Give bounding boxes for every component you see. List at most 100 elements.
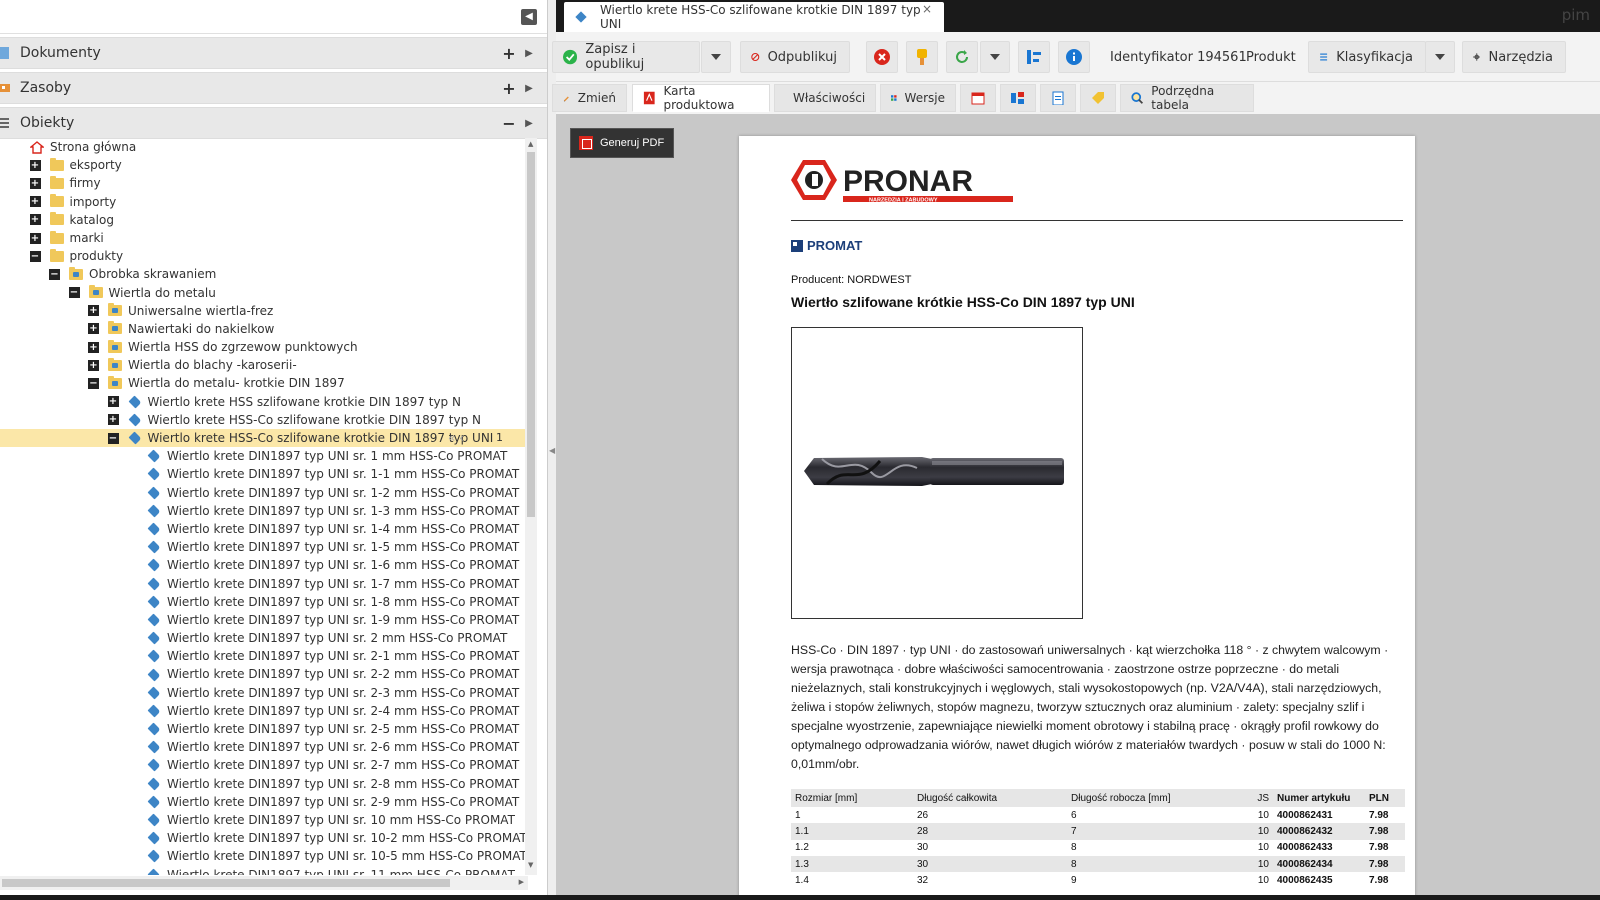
show-in-tree-button[interactable] (1018, 41, 1050, 73)
tree-item[interactable]: − Obrobka skrawaniem (0, 265, 530, 283)
tree-item[interactable]: Strona główna (0, 138, 530, 156)
tree-item[interactable]: + Wiertlo krete HSS szlifowane krotkie DI… (0, 393, 530, 411)
tree-item-product[interactable]: Wiertlo krete DIN1897 typ UNI sr. 1-9 mm… (0, 611, 530, 629)
chevron-right-icon[interactable]: ▶ (519, 83, 539, 94)
tree-item-product[interactable]: Wiertlo krete DIN1897 typ UNI sr. 1-7 mm… (0, 575, 530, 593)
close-tab-button[interactable]: × (922, 2, 932, 16)
tree-item-product[interactable]: Wiertlo krete DIN1897 typ UNI sr. 2-5 mm… (0, 720, 530, 738)
scrollbar-thumb[interactable] (2, 879, 450, 887)
tab-notes[interactable] (1040, 84, 1076, 112)
tree-item-product[interactable]: Wiertlo krete DIN1897 typ UNI sr. 1-5 mm… (0, 538, 530, 556)
collapse-sidebar-button[interactable]: ◀ (521, 9, 537, 25)
tree-pager-prev-icon[interactable]: « ‹ (448, 429, 464, 447)
accordion-objects[interactable]: Obiekty − ▶ (0, 107, 547, 139)
tree-page-number[interactable]: 1 (496, 429, 503, 447)
tree-item[interactable]: + katalog (0, 211, 530, 229)
generate-pdf-button[interactable]: Generuj PDF (570, 128, 674, 158)
tree-item-product[interactable]: Wiertlo krete DIN1897 typ UNI sr. 2-6 mm… (0, 738, 530, 756)
tree-item-product[interactable]: Wiertlo krete DIN1897 typ UNI sr. 10 mm … (0, 811, 530, 829)
tree-item[interactable]: + Nawiertaki do nakielkow (0, 320, 530, 338)
tab-versions[interactable]: Wersje (880, 84, 956, 112)
expand-icon[interactable]: + (88, 323, 99, 335)
tree-item-product[interactable]: Wiertlo krete DIN1897 typ UNI sr. 2-7 mm… (0, 756, 530, 774)
tree-item[interactable]: + Wiertla HSS do zgrzewow punktowych (0, 338, 530, 356)
info-button[interactable] (1058, 41, 1090, 73)
tree-item[interactable]: + Uniwersalne wiertla-frez (0, 302, 530, 320)
tree-item-product[interactable]: Wiertlo krete DIN1897 typ UNI sr. 2-2 mm… (0, 665, 530, 683)
tree-item-product[interactable]: Wiertlo krete DIN1897 typ UNI sr. 2-3 mm… (0, 684, 530, 702)
expand-icon[interactable]: + (88, 341, 99, 353)
tree-item-product[interactable]: Wiertlo krete DIN1897 typ UNI sr. 10-2 m… (0, 829, 530, 847)
collapse-icon[interactable]: − (29, 250, 41, 262)
expand-icon[interactable]: + (88, 305, 99, 317)
tree-item[interactable]: − Wiertla do metalu (0, 284, 530, 302)
expand-icon[interactable]: + (29, 177, 41, 189)
classification-dropdown[interactable] (1425, 41, 1455, 73)
tab-dependencies[interactable] (1000, 84, 1036, 112)
collapse-objects-button[interactable]: − (499, 114, 519, 133)
tree-item-product[interactable]: Wiertlo krete DIN1897 typ UNI sr. 2-8 mm… (0, 775, 530, 793)
tree-item-product[interactable]: Wiertlo krete DIN1897 typ UNI sr. 1-1 mm… (0, 465, 530, 483)
tree-item-product[interactable]: Wiertlo krete DIN1897 typ UNI sr. 1-3 mm… (0, 502, 530, 520)
tree-item-product[interactable]: Wiertlo krete DIN1897 typ UNI sr. 1-2 mm… (0, 484, 530, 502)
expand-icon[interactable]: + (29, 196, 41, 208)
tree-item-product[interactable]: Wiertlo krete DIN1897 typ UNI sr. 2 mm H… (0, 629, 530, 647)
tree-item[interactable]: + Wiertla do blachy -karoserii- (0, 356, 530, 374)
tree-item-product[interactable]: Wiertlo krete DIN1897 typ UNI sr. 2-9 mm… (0, 793, 530, 811)
chevron-right-icon[interactable]: ▶ (519, 118, 539, 129)
save-publish-button[interactable]: Zapisz i opublikuj (552, 41, 700, 73)
panel-splitter[interactable]: ◀ (548, 0, 556, 900)
tree-item[interactable]: + Wiertlo krete HSS-Co szlifowane krotkie… (0, 411, 530, 429)
tree-item[interactable]: + eksporty (0, 156, 530, 174)
add-asset-button[interactable]: + (499, 79, 519, 98)
tab-edit[interactable]: Zmień (552, 84, 627, 112)
tree-item[interactable]: + importy (0, 193, 530, 211)
expand-icon[interactable]: + (88, 359, 99, 371)
reload-options-dropdown[interactable] (980, 41, 1010, 73)
classification-button[interactable]: Klasyfikacja (1308, 41, 1426, 73)
expand-icon[interactable]: + (29, 159, 41, 171)
tab-properties[interactable]: Właściwości (774, 84, 876, 112)
tab-product[interactable]: Wiertlo krete HSS-Co szlifowane krotkie … (564, 2, 944, 32)
collapse-icon[interactable]: − (49, 268, 60, 280)
expand-icon[interactable]: + (29, 232, 41, 244)
tree-item-product[interactable]: Wiertlo krete DIN1897 typ UNI sr. 11 mm … (0, 866, 530, 875)
tab-child-table[interactable]: Podrzędna tabela (1120, 84, 1254, 112)
collapse-icon[interactable]: − (107, 432, 119, 444)
scroll-right-icon[interactable]: ▶ (519, 878, 524, 886)
tree-item-product[interactable]: Wiertlo krete DIN1897 typ UNI sr. 10-5 m… (0, 847, 530, 865)
scroll-down-icon[interactable]: ▼ (528, 861, 533, 869)
tree-item[interactable]: + firmy (0, 174, 530, 192)
expand-icon[interactable]: + (107, 396, 119, 408)
tree-vertical-scrollbar[interactable]: ▲ ▼ (525, 138, 537, 875)
collapse-icon[interactable]: − (68, 287, 80, 299)
collapse-icon[interactable]: − (88, 378, 99, 390)
tab-product-card[interactable]: Karta produktowa (632, 84, 770, 112)
tree-item[interactable]: + marki (0, 229, 530, 247)
save-options-dropdown[interactable] (701, 41, 731, 73)
scroll-up-icon[interactable]: ▲ (528, 140, 533, 148)
splitter-handle-icon[interactable]: ◀ (549, 446, 555, 455)
tab-schedule[interactable] (960, 84, 996, 112)
tree-horizontal-scrollbar[interactable]: ▶ (0, 876, 528, 890)
chevron-right-icon[interactable]: ▶ (519, 48, 539, 59)
tree-item-product[interactable]: Wiertlo krete DIN1897 typ UNI sr. 1-8 mm… (0, 593, 530, 611)
tree-item[interactable]: − produkty (0, 247, 530, 265)
tools-button[interactable]: Narzędzia (1462, 41, 1566, 73)
delete-button[interactable] (866, 41, 898, 73)
rename-button[interactable] (906, 41, 938, 73)
accordion-assets[interactable]: Zasoby + ▶ (0, 72, 547, 104)
tree-item-product[interactable]: Wiertlo krete DIN1897 typ UNI sr. 2-1 mm… (0, 647, 530, 665)
unpublish-button[interactable]: Odpublikuj (740, 41, 850, 73)
scrollbar-thumb[interactable] (527, 152, 535, 517)
expand-icon[interactable]: + (107, 414, 119, 426)
tree-item[interactable]: − Wiertla do metalu- krotkie DIN 1897 (0, 374, 530, 392)
tree-item-product[interactable]: Wiertlo krete DIN1897 typ UNI sr. 1-4 mm… (0, 520, 530, 538)
reload-button[interactable] (946, 41, 978, 73)
tab-tags[interactable] (1080, 84, 1116, 112)
add-document-button[interactable]: + (499, 44, 519, 63)
expand-icon[interactable]: + (29, 214, 41, 226)
tree-item[interactable]: − Wiertlo krete HSS-Co szlifowane krotkie… (0, 429, 530, 448)
tree-item-product[interactable]: Wiertlo krete DIN1897 typ UNI sr. 2-4 mm… (0, 702, 530, 720)
tree-item-product[interactable]: Wiertlo krete DIN1897 typ UNI sr. 1 mm H… (0, 447, 530, 465)
